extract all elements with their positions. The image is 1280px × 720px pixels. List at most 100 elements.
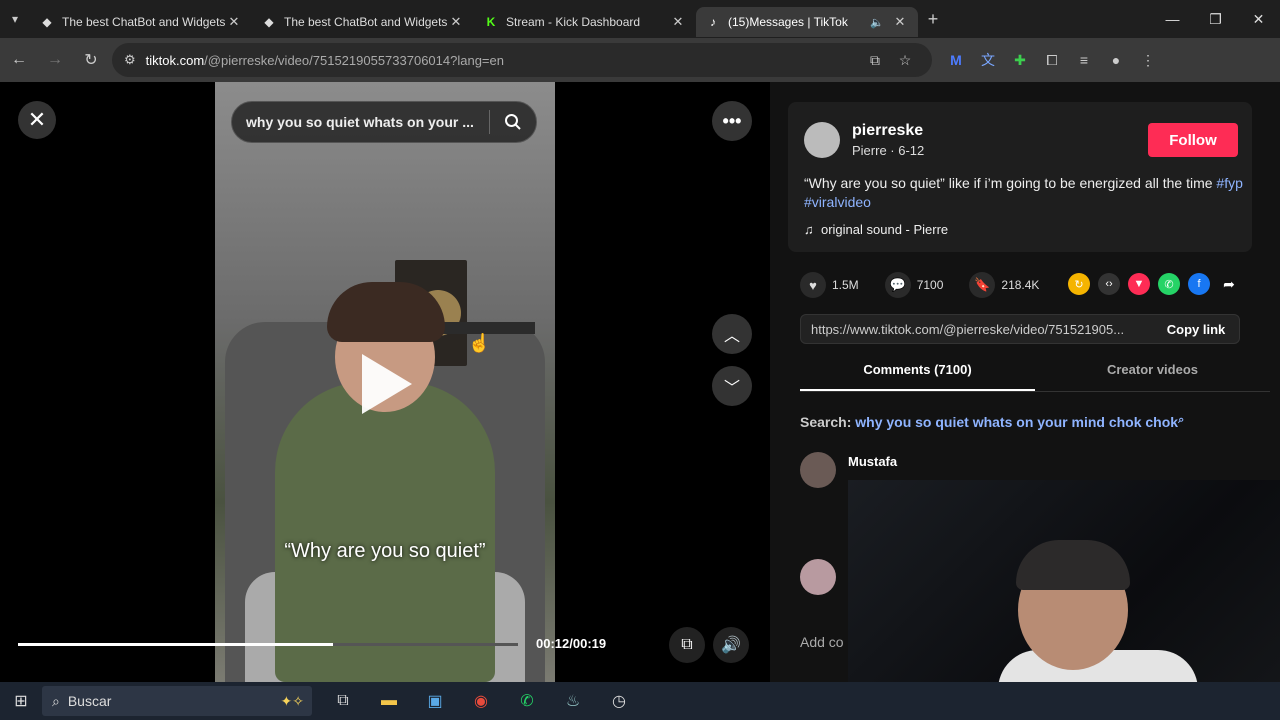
windows-start-icon[interactable]: ⊞ [0, 682, 42, 720]
install-app-icon[interactable]: ⧉ [860, 52, 890, 69]
site-info-icon[interactable]: ⚙ [124, 52, 136, 68]
add-comment-input[interactable]: Add co [800, 634, 844, 650]
extension-m-icon[interactable]: M [940, 45, 972, 75]
previous-video-icon[interactable]: ︿ [712, 314, 752, 354]
comment-search-line: Search: why you so quiet whats on your m… [800, 414, 1184, 430]
speaker-icon[interactable]: 🔈 [870, 16, 884, 29]
sound-row[interactable]: ♫ original sound - Pierre [804, 222, 948, 237]
taskbar-search-placeholder: Buscar [67, 693, 112, 709]
close-icon[interactable]: ✕ [670, 14, 686, 30]
progress-fill [18, 643, 333, 646]
video-search-box[interactable]: why you so quiet whats on your ... [231, 101, 537, 143]
video-progress-bar[interactable] [18, 643, 518, 646]
close-video-button[interactable]: ✕ [18, 101, 56, 139]
extension-green-icon[interactable]: ✚ [1004, 45, 1036, 75]
back-icon[interactable]: ← [2, 43, 36, 77]
like-stat[interactable]: ♥ 1.5M [800, 272, 859, 298]
browser-tab-3[interactable]: K Stream - Kick Dashboard ✕ [474, 7, 696, 37]
steam-icon[interactable]: ♨ [550, 682, 596, 720]
search-icon[interactable]: ⌕ [1178, 414, 1184, 426]
sound-name[interactable]: original sound - Pierre [821, 222, 948, 237]
close-icon[interactable]: ✕ [226, 14, 242, 30]
person-hair [327, 282, 445, 342]
whatsapp-icon[interactable]: ✆ [1158, 273, 1180, 295]
post-info-card: pierreske Pierre · 6-12 Follow “Why are … [788, 102, 1252, 252]
restore-icon[interactable]: ❐ [1194, 0, 1237, 38]
search-query-link[interactable]: why you so quiet whats on your mind chok… [855, 414, 1178, 430]
url-path: /@pierreske/video/7515219055733706014?la… [204, 52, 504, 68]
floating-player-icon[interactable]: ⧉ [669, 627, 705, 663]
new-tab-button[interactable]: + [918, 9, 948, 30]
taskbar-search[interactable]: ⌕ Buscar ✦✧ [42, 686, 312, 716]
share-arrow-icon[interactable]: ➦ [1218, 273, 1240, 295]
send-to-friends-icon[interactable]: ▼ [1128, 273, 1150, 295]
taskbar-apps: ⧉ ▬ ▣ ◉ ✆ ♨ ◷ [320, 682, 642, 720]
menu-dots-icon[interactable]: ⋮ [1132, 45, 1164, 75]
translate-icon[interactable]: 文 [972, 45, 1004, 75]
music-note-icon: ♫ [804, 222, 814, 237]
more-options-icon[interactable]: ••• [712, 101, 752, 141]
search-icon[interactable] [490, 113, 536, 131]
facebook-icon[interactable]: f [1188, 273, 1210, 295]
hashtag-link[interactable]: #viralvideo [804, 194, 871, 210]
tab-title: (15)Messages | TikTok [728, 15, 848, 29]
media-control-icon[interactable]: ≡ [1068, 45, 1100, 75]
clock-app-icon[interactable]: ◷ [596, 682, 642, 720]
profile-avatar-icon[interactable]: ● [1100, 45, 1132, 75]
comment-count: 7100 [916, 278, 944, 292]
person-body [275, 382, 495, 682]
whatsapp-icon[interactable]: ✆ [504, 682, 550, 720]
commenter-avatar[interactable] [800, 559, 836, 595]
store-icon[interactable]: ▣ [412, 682, 458, 720]
next-video-icon[interactable]: ﹀ [712, 366, 752, 406]
save-count: 218.4K [1001, 278, 1040, 292]
botrix-icon: ◆ [264, 15, 274, 29]
volume-icon[interactable]: 🔊 [713, 627, 749, 663]
video-player[interactable]: “Why are you so quiet” [215, 82, 555, 682]
author-avatar[interactable] [804, 122, 840, 158]
share-link-text: https://www.tiktok.com/@pierreske/video/… [811, 321, 1125, 337]
close-icon[interactable]: ✕ [448, 14, 464, 30]
url-bar[interactable]: ⚙ tiktok.com /@pierreske/video/751521905… [112, 43, 932, 77]
tab-search-icon[interactable]: ▾ [0, 0, 30, 38]
browser-tab-4[interactable]: ♪ (15)Messages | TikTok 🔈 ✕ [696, 7, 918, 37]
close-icon[interactable]: ✕ [892, 14, 908, 30]
extensions-puzzle-icon[interactable]: ⧠ [1036, 45, 1068, 75]
url-host: tiktok.com [145, 52, 205, 68]
bookmark-icon[interactable]: 🔖 [969, 272, 996, 298]
tab-creator-videos[interactable]: Creator videos [1035, 362, 1270, 391]
play-icon[interactable] [362, 354, 412, 414]
minimize-icon[interactable]: — [1151, 0, 1194, 38]
tab-comments[interactable]: Comments (7100) [800, 362, 1035, 391]
file-explorer-icon[interactable]: ▬ [366, 682, 412, 720]
heart-icon[interactable]: ♥ [800, 272, 826, 298]
windows-taskbar: ⊞ ⌕ Buscar ✦✧ ⧉ ▬ ▣ ◉ ✆ ♨ ◷ [0, 682, 1280, 720]
copy-link-button[interactable]: Copy link [1153, 322, 1239, 337]
mouse-cursor-icon: ☝ [468, 333, 491, 353]
chrome-icon[interactable]: ◉ [458, 682, 504, 720]
video-search-query: why you so quiet whats on your ... [246, 114, 474, 130]
browser-tab-1[interactable]: ◆ The best ChatBot and Widgets ✕ [30, 7, 252, 37]
comment-stat[interactable]: 💬 7100 [884, 272, 944, 298]
bookmark-star-icon[interactable]: ☆ [890, 52, 920, 69]
video-area: ✕ “Why are you so quiet” why you so quie… [0, 82, 770, 682]
search-icon: ⌕ [52, 692, 60, 709]
task-view-icon[interactable]: ⧉ [320, 682, 366, 720]
repost-icon[interactable]: ↻ [1068, 273, 1090, 295]
description-text: “Why are you so quiet” like if i’m going… [804, 175, 1213, 191]
author-username[interactable]: pierreske [852, 122, 923, 140]
save-stat[interactable]: 🔖 218.4K [969, 272, 1039, 298]
reload-icon[interactable]: ↻ [74, 43, 108, 77]
commenter-name[interactable]: Mustafa [848, 454, 897, 469]
browser-tab-2[interactable]: ◆ The best ChatBot and Widgets ✕ [252, 7, 474, 37]
close-window-icon[interactable]: ✕ [1237, 0, 1280, 38]
embed-icon[interactable]: ‹› [1098, 273, 1120, 295]
comment-icon[interactable]: 💬 [884, 272, 911, 298]
hashtag-link[interactable]: #fyp [1216, 175, 1242, 191]
commenter-avatar[interactable] [800, 452, 836, 488]
kick-icon: K [486, 15, 496, 29]
engagement-stats: ♥ 1.5M 💬 7100 🔖 218.4K [800, 272, 1065, 298]
tab-title: The best ChatBot and Widgets [62, 15, 226, 29]
follow-button[interactable]: Follow [1148, 123, 1238, 157]
forward-icon[interactable]: → [38, 43, 72, 77]
